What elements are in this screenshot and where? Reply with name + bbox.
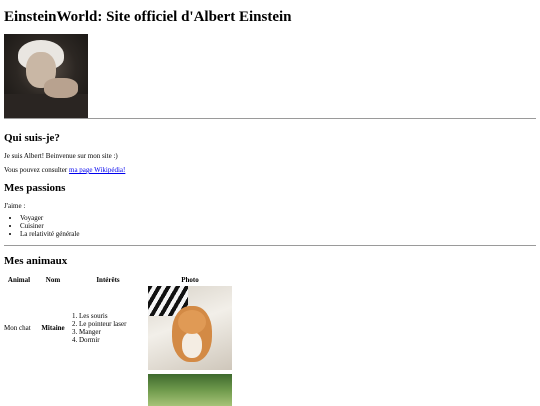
wikipedia-link[interactable]: ma page Wikipédia! <box>69 166 125 174</box>
table-row: Mon chat Mitaine Les souris Le pointeur … <box>4 286 236 370</box>
list-item: Les souris <box>72 312 144 320</box>
page-title: EinsteinWorld: Site officiel d'Albert Ei… <box>4 9 292 25</box>
list-item: Cuisiner <box>20 222 79 230</box>
photo-cell <box>148 286 236 370</box>
column-header-photo: Photo <box>181 276 199 284</box>
table-header-row: Animal Nom Intérêts Photo <box>4 274 236 286</box>
animal-cell: Mon chat <box>4 324 31 332</box>
animals-heading: Mes animaux <box>4 255 68 267</box>
list-item: Voyager <box>20 214 79 222</box>
column-header-animal: Animal <box>7 276 31 284</box>
animal-photo-image <box>148 374 232 406</box>
einstein-portrait-image <box>4 34 88 118</box>
divider <box>4 118 536 119</box>
column-header-interests: Intérêts <box>96 276 120 284</box>
list-item: Dormir <box>72 336 144 344</box>
list-item: Manger <box>72 328 144 336</box>
about-heading: Qui suis-je? <box>4 132 60 144</box>
list-item: La relativité générale <box>20 230 79 238</box>
passions-lead: J'aime : <box>4 202 26 210</box>
about-intro: Je suis Albert! Beinvenue sur mon site :… <box>4 152 118 160</box>
interests-cell: Les souris Le pointeur laser Manger Dorm… <box>72 286 148 370</box>
divider <box>4 245 536 246</box>
passions-heading: Mes passions <box>4 182 66 194</box>
wiki-line: Vous pouvez consulter ma page Wikipédia! <box>4 166 125 174</box>
wiki-prefix: Vous pouvez consulter <box>4 166 69 174</box>
photo-cell <box>148 370 236 406</box>
animals-table: Animal Nom Intérêts Photo Mon chat Mitai… <box>4 274 236 406</box>
table-row <box>4 370 236 406</box>
cat-photo-image <box>148 286 232 370</box>
name-cell: Mitaine <box>41 324 65 332</box>
list-item: Le pointeur laser <box>72 320 144 328</box>
passions-list: Voyager Cuisiner La relativité générale <box>4 214 79 238</box>
column-header-name: Nom <box>45 276 61 284</box>
interests-list: Les souris Le pointeur laser Manger Dorm… <box>72 312 144 344</box>
